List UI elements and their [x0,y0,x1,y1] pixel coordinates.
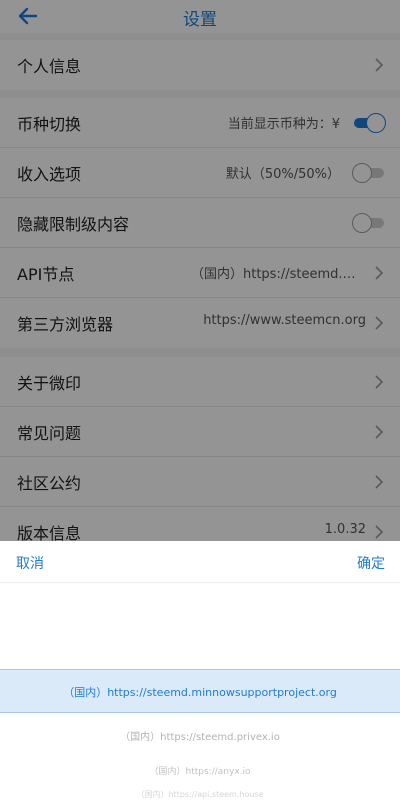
picker-option[interactable]: （国内）https://api.steem.house [0,789,400,799]
picker-toolbar: 取消 确定 [0,541,400,583]
picker-option-selected[interactable]: （国内）https://steemd.minnowsupportproject.… [0,684,400,700]
confirm-button[interactable]: 确定 [357,553,385,573]
picker-option[interactable]: （国内）https://anyx.io [0,764,400,777]
node-picker-sheet: 取消 确定 （国内）https://steemd.minnowsupportpr… [0,541,400,800]
picker-option[interactable]: （国内）https://steemd.privex.io [0,728,400,743]
cancel-button[interactable]: 取消 [16,553,44,573]
